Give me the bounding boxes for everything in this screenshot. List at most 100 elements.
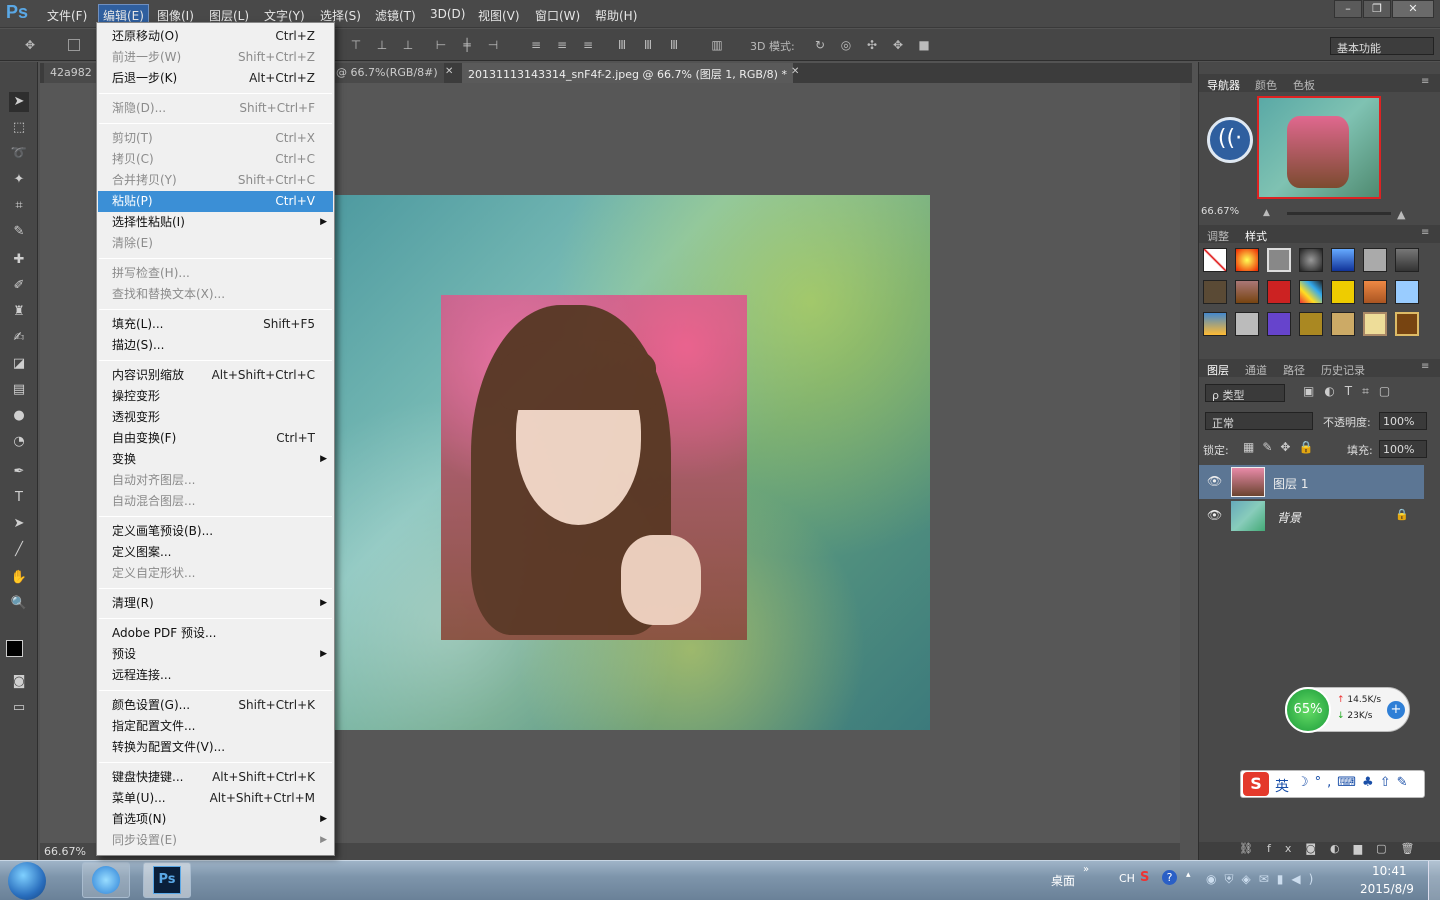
- desktop-toolbar-label[interactable]: 桌面: [1051, 872, 1075, 889]
- style-swatch[interactable]: [1267, 312, 1291, 336]
- distribute-top-icon[interactable]: ≡: [528, 37, 544, 53]
- menu-filter[interactable]: 滤镜(T): [375, 7, 416, 24]
- style-swatch[interactable]: [1395, 312, 1419, 336]
- start-button[interactable]: [8, 862, 46, 900]
- wifi-icon[interactable]: ((·: [1207, 117, 1253, 163]
- edit-menu-item[interactable]: 自由变换(F) Ctrl+T: [98, 428, 333, 449]
- network-monitor-widget[interactable]: 65% ↑ 14.5K/s ↓ 23K/s +: [1285, 687, 1410, 733]
- style-swatch[interactable]: [1395, 280, 1419, 304]
- edit-menu-item[interactable]: 变换 ▶: [98, 449, 333, 470]
- style-swatch[interactable]: [1299, 280, 1323, 304]
- edit-menu-item[interactable]: 清除(E): [98, 233, 333, 254]
- edit-menu-item[interactable]: 定义自定形状...: [98, 563, 333, 584]
- close-icon[interactable]: ✕: [1392, 0, 1434, 18]
- tray-arrow-icon[interactable]: ▴: [1186, 870, 1191, 880]
- tab-layers[interactable]: 图层: [1207, 362, 1229, 378]
- layer1-portrait[interactable]: [441, 295, 747, 640]
- path-select-icon[interactable]: ➤: [9, 514, 29, 534]
- tab-adjustments[interactable]: 调整: [1207, 228, 1229, 244]
- magic-wand-icon[interactable]: ✦: [9, 170, 29, 190]
- edit-menu-item[interactable]: 远程连接...: [98, 665, 333, 686]
- sogou-logo-icon[interactable]: S: [1243, 772, 1269, 796]
- edit-menu-item[interactable]: 自动混合图层...: [98, 491, 333, 512]
- 3d-scale-icon[interactable]: ■: [916, 37, 932, 53]
- edit-menu-item[interactable]: 操控变形: [98, 386, 333, 407]
- edit-menu-item[interactable]: 查找和替换文本(X)...: [98, 284, 333, 305]
- tab-history[interactable]: 历史记录: [1321, 362, 1365, 378]
- tab-styles[interactable]: 样式: [1245, 228, 1267, 244]
- clock-time[interactable]: 10:41: [1372, 864, 1407, 878]
- style-swatch[interactable]: [1363, 280, 1387, 304]
- style-swatch[interactable]: [1235, 280, 1259, 304]
- align-vcenter-icon[interactable]: ⊥: [374, 37, 390, 53]
- style-swatch[interactable]: [1363, 312, 1387, 336]
- edit-menu-item[interactable]: 剪切(T) Ctrl+X: [98, 128, 333, 149]
- 3d-slide-icon[interactable]: ✥: [890, 37, 906, 53]
- visibility-eye-icon[interactable]: 👁: [1207, 474, 1222, 488]
- blend-mode-select[interactable]: 正常: [1205, 412, 1313, 430]
- edit-menu-item[interactable]: 拷贝(C) Ctrl+C: [98, 149, 333, 170]
- hand-tool-icon[interactable]: ✋: [9, 568, 29, 588]
- tray-sogou-icon[interactable]: S: [1140, 870, 1149, 885]
- edit-menu-item[interactable]: 后退一步(K) Alt+Ctrl+Z: [98, 68, 333, 89]
- pen-tool-icon[interactable]: ✒: [9, 462, 29, 482]
- edit-menu-item[interactable]: 合并拷贝(Y) Shift+Ctrl+C: [98, 170, 333, 191]
- edit-menu-item[interactable]: 指定配置文件...: [98, 716, 333, 737]
- edit-menu-item[interactable]: 拼写检查(H)...: [98, 263, 333, 284]
- align-hcenter-icon[interactable]: ╪: [459, 37, 475, 53]
- edit-menu-item[interactable]: 预设 ▶: [98, 644, 333, 665]
- style-swatch[interactable]: [1235, 312, 1259, 336]
- history-brush-icon[interactable]: ✍: [9, 328, 29, 348]
- edit-menu-item[interactable]: 内容识别缩放 Alt+Shift+Ctrl+C: [98, 365, 333, 386]
- task-app-photoshop[interactable]: Ps: [143, 862, 191, 898]
- blur-tool-icon[interactable]: ●: [9, 406, 29, 426]
- navigator-zoom[interactable]: 66.67%: [1201, 206, 1239, 217]
- widget-plus-icon[interactable]: +: [1387, 701, 1405, 719]
- tab-navigator[interactable]: 导航器: [1207, 77, 1240, 93]
- edit-menu-item[interactable]: 定义画笔预设(B)...: [98, 521, 333, 542]
- zoom-tool-icon[interactable]: 🔍: [9, 594, 29, 614]
- clock-date[interactable]: 2015/8/9: [1360, 882, 1414, 896]
- edit-menu-item[interactable]: 清理(R) ▶: [98, 593, 333, 614]
- edit-menu-item[interactable]: 菜单(U)... Alt+Shift+Ctrl+M: [98, 788, 333, 809]
- quick-mask-icon[interactable]: ◙: [9, 672, 29, 692]
- ime-lang[interactable]: 英: [1275, 776, 1289, 796]
- line-tool-icon[interactable]: ╱: [9, 540, 29, 560]
- style-swatch[interactable]: [1331, 248, 1355, 272]
- tab-close-icon[interactable]: ✕: [791, 66, 799, 77]
- panel-menu-icon[interactable]: ≡: [1421, 76, 1429, 87]
- edit-menu-item[interactable]: 透视变形: [98, 407, 333, 428]
- edit-menu-item[interactable]: Adobe PDF 预设...: [98, 623, 333, 644]
- distribute-vcenter-icon[interactable]: ≡: [554, 37, 570, 53]
- eyedropper-icon[interactable]: ✎: [9, 222, 29, 242]
- navigator-thumbnail[interactable]: [1257, 96, 1381, 199]
- tab-paths[interactable]: 路径: [1283, 362, 1305, 378]
- style-swatch[interactable]: [1395, 248, 1419, 272]
- lasso-tool-icon[interactable]: ➰: [9, 144, 29, 164]
- dodge-tool-icon[interactable]: ◔: [9, 432, 29, 452]
- menu-file[interactable]: 文件(F): [47, 7, 87, 24]
- align-right-icon[interactable]: ⊣: [485, 37, 501, 53]
- edit-menu-item[interactable]: 颜色设置(G)... Shift+Ctrl+K: [98, 695, 333, 716]
- edit-menu-item[interactable]: 还原移动(O) Ctrl+Z: [98, 26, 333, 47]
- document-image[interactable]: [333, 195, 930, 730]
- layers-footer-icons[interactable]: ⛓fx◙◐▆▢🗑: [1199, 842, 1440, 860]
- opacity-input[interactable]: 100%: [1379, 412, 1427, 430]
- distribute-bottom-icon[interactable]: ≡: [580, 37, 596, 53]
- style-swatch[interactable]: [1299, 312, 1323, 336]
- eraser-tool-icon[interactable]: ◪: [9, 354, 29, 374]
- edit-menu-item[interactable]: 描边(S)...: [98, 335, 333, 356]
- ime-tool-icons[interactable]: ☽°,⌨♣⇧✎: [1297, 775, 1414, 790]
- status-zoom[interactable]: 66.67%: [44, 845, 86, 858]
- layer-row[interactable]: 👁 背景 🔒: [1199, 499, 1424, 533]
- edit-menu-item[interactable]: 首选项(N) ▶: [98, 809, 333, 830]
- style-swatch[interactable]: [1235, 248, 1259, 272]
- screen-mode-icon[interactable]: ▭: [9, 698, 29, 718]
- healing-brush-icon[interactable]: ✚: [9, 250, 29, 270]
- menu-view[interactable]: 视图(V): [478, 7, 520, 24]
- navigator-zoom-slider[interactable]: [1287, 212, 1391, 215]
- lock-icons[interactable]: ▦✎✥🔒: [1243, 440, 1321, 454]
- move-tool-icon[interactable]: ✥: [22, 37, 38, 53]
- crop-tool-icon[interactable]: ⌗: [9, 196, 29, 216]
- style-swatch[interactable]: [1363, 248, 1387, 272]
